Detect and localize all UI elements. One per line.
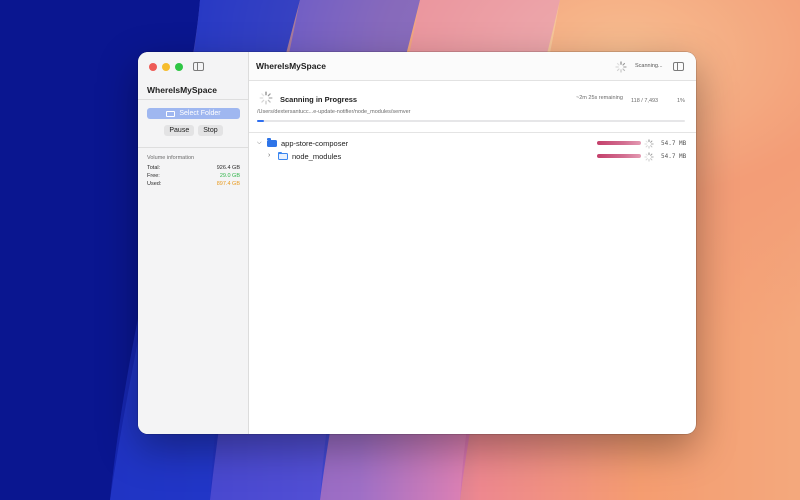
progress-bar [257,120,685,122]
volume-total-value: 926.4 GB [216,165,240,171]
volume-free-row: Free: 29.0 GB [147,173,240,179]
size-bar [597,154,641,158]
main-content: WhereIsMySpace Scanning... Scanning in P… [249,52,696,434]
zoom-window-button[interactable] [175,63,183,71]
sidebar: WhereIsMySpace Select Folder Pause Stop … [138,52,249,434]
volume-info-title: Volume information [147,155,195,161]
progress-title: Scanning in Progress [280,95,358,104]
size-bar [597,141,641,145]
window-title: WhereIsMySpace [256,61,326,71]
progress-bar-fill [257,120,264,122]
tree-row-app-store-composer[interactable]: ⌵ app-store-composer 54.7 MB [249,138,696,150]
volume-free-label: Free: [147,173,160,179]
close-window-button[interactable] [149,63,157,71]
activity-spinner-icon [615,61,627,73]
chevron-down-icon[interactable]: ⌵ [257,140,262,147]
app-window: WhereIsMySpace Select Folder Pause Stop … [138,52,696,434]
tree-row-name: app-store-composer [281,139,349,148]
sidebar-app-name: WhereIsMySpace [147,85,217,95]
sidebar-divider [138,99,248,100]
progress-spinner-icon [259,91,273,105]
folder-outline-icon [278,152,288,160]
current-scan-path: /Users/dextersantucc...e-update-notifier… [257,109,411,115]
volume-total-label: Total: [147,165,161,171]
sidebar-toggle-icon[interactable] [193,62,204,71]
volume-free-value: 29.0 GB [219,173,240,179]
select-folder-button[interactable]: Select Folder [147,108,240,119]
folder-open-icon [166,110,176,117]
inspector-toggle-icon[interactable] [673,62,684,71]
tree-row-node-modules[interactable]: › node_modules 54.7 MB [249,151,696,163]
stop-button[interactable]: Stop [198,125,223,136]
volume-total-row: Total: 926.4 GB [147,165,240,171]
folder-icon [267,138,277,147]
volume-used-value: 897.4 GB [216,181,240,187]
minimize-window-button[interactable] [162,63,170,71]
window-controls [149,63,183,71]
sidebar-divider [138,147,248,148]
tree-row-size: 54.7 MB [661,140,687,147]
scan-progress-panel: Scanning in Progress ~2m 25s remaining 1… [249,81,696,133]
row-spinner-icon [644,152,654,162]
title-bar: WhereIsMySpace Scanning... [249,52,696,81]
row-spinner-icon [644,139,654,149]
volume-used-label: Used: [147,181,162,187]
items-count: 118 / 7,493 [631,98,659,104]
tree-row-size: 54.7 MB [661,153,687,160]
scan-controls: Pause Stop [138,125,249,136]
time-remaining: ~2m 25s remaining [576,95,623,101]
tree-row-name: node_modules [292,152,342,161]
progress-percent: 1% [677,98,685,104]
pause-button[interactable]: Pause [164,125,195,136]
chevron-right-icon[interactable]: › [268,152,270,159]
scan-status-label: Scanning... [635,63,663,69]
volume-used-row: Used: 897.4 GB [147,181,240,187]
select-folder-label: Select Folder [179,110,221,117]
